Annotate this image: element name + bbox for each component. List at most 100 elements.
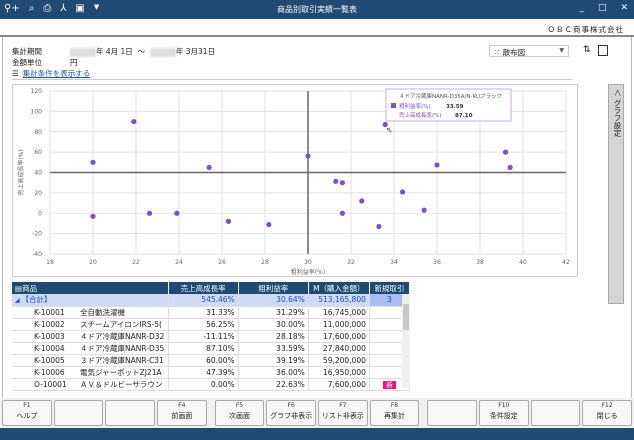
data-point[interactable] (131, 118, 137, 125)
margin-cell: 39.19% (238, 354, 309, 367)
product-cell: K-10003 ４ドア冷蔵庫NANR-D32 (12, 330, 169, 343)
data-point[interactable] (507, 164, 513, 171)
fkey-button-6[interactable]: F6 グラフ非表示 (266, 400, 316, 426)
fkey-button-4[interactable]: F4 前画面 (157, 400, 207, 426)
fkey-key: F6 (287, 402, 295, 409)
data-point[interactable] (305, 153, 311, 159)
fkey-button-9[interactable] (427, 400, 477, 426)
table-row[interactable]: O-10001 ＡＶ＆ドルビーサラウン 0.00% 22.63% 7,600,00… (12, 378, 411, 391)
product-name: 全自動洗濯機 (80, 307, 125, 317)
growth-cell: 56.25% (168, 318, 239, 331)
product-code: K-10003 (34, 331, 65, 341)
total-amount: 513,165,800 (308, 294, 370, 307)
fkey-button-8[interactable]: F8 再集計 (369, 400, 420, 426)
company-name: ＯＢＣ商事株式会社 (547, 25, 624, 34)
col-amount[interactable]: M（購入金額） (308, 282, 370, 294)
data-point[interactable] (333, 178, 339, 184)
list-icon: ☰ (12, 69, 19, 78)
table-row[interactable]: K-10004 ４ドア冷蔵庫NANR-D35 87.10% 33.59% 27,8… (12, 342, 411, 355)
data-point[interactable] (421, 207, 427, 213)
data-point[interactable] (266, 221, 272, 228)
table-row[interactable]: K-10003 ４ドア冷蔵庫NANR-D32 -11.11% 28.18% 17,… (12, 330, 411, 343)
close-button[interactable]: ✕ (620, 3, 628, 13)
total-row[interactable]: ◢ 【合計】 545.46% 30.64% 513,165,800 3 (12, 294, 411, 307)
total-label-text: 【合計】 (21, 295, 52, 305)
status-bar (0, 428, 634, 440)
period-sep: ～ (137, 47, 146, 56)
fkey-button-10[interactable]: F10 条件設定 (478, 400, 529, 426)
y-tick-label: -40 (32, 251, 42, 258)
fkey-button-11[interactable] (530, 400, 581, 426)
x-axis-label: 粗利益率(%) (291, 268, 325, 276)
x-tick-label: 42 (562, 259, 570, 266)
fkey-key: F12 (601, 402, 613, 409)
x-tick-label: 34 (390, 259, 398, 266)
col-growth[interactable]: 売上高成長率 (168, 282, 239, 294)
col-margin[interactable]: 粗利益率 (238, 282, 309, 294)
data-point[interactable] (400, 189, 406, 195)
product-name: ＡＶ＆ドルビーサラウン (80, 379, 163, 389)
table-row[interactable]: K-10002 スチームアイロンIRS-5( 56.25% 30.00% 11,0… (12, 318, 411, 331)
fkey-button-12[interactable]: F12 閉じる (582, 400, 632, 426)
minimize-button[interactable]: _ (579, 3, 584, 13)
data-point[interactable] (376, 223, 382, 230)
scrollbar-thumb[interactable] (403, 304, 409, 330)
table-row[interactable]: K-10005 ３ドア冷蔵庫NANR-C31 60.00% 39.19% 59,2… (12, 354, 411, 367)
show-conditions-link[interactable]: ☰ 集計条件を表示する (12, 68, 90, 79)
amount-cell: 16,745,000 (308, 306, 370, 319)
x-tick-label: 28 (261, 259, 269, 266)
fkey-button-7[interactable]: F7 リスト非表示 (318, 400, 368, 426)
margin-cell: 31.29% (238, 306, 309, 319)
total-growth: 545.46% (168, 294, 239, 307)
margin-cell: 36.00% (238, 366, 309, 379)
graph-settings-tab[interactable]: ＜ グラフ設定 (608, 84, 624, 304)
data-point[interactable] (146, 210, 153, 216)
y-tick-label: 100 (31, 108, 43, 115)
fkey-label: 条件設定 (489, 412, 518, 420)
data-point[interactable] (174, 210, 180, 216)
fkey-button-3[interactable] (105, 400, 156, 426)
x-tick-label: 36 (433, 259, 441, 266)
data-point[interactable] (206, 164, 212, 171)
fkey-label: 再集計 (384, 412, 405, 420)
margin-cell: 33.59% (238, 342, 309, 355)
chevron-down-icon: ▼ (559, 47, 564, 54)
x-tick-label: 26 (218, 259, 226, 266)
y-tick-label: 20 (34, 190, 42, 197)
x-tick-label: 18 (46, 259, 54, 266)
col-new[interactable]: 新規取引 (369, 282, 411, 294)
data-point[interactable] (90, 159, 96, 165)
chart-type-value: 散布図 (502, 48, 526, 57)
chart-type-select[interactable]: ⁙ 散布図 ▼ (489, 45, 569, 57)
y-tick-label: -20 (32, 231, 42, 238)
data-point[interactable] (339, 180, 345, 186)
fkey-label: ヘルプ (16, 412, 38, 420)
maximize-button[interactable]: □ (598, 3, 607, 13)
product-cell: K-10006 電気ジャーポットZJ21A (12, 366, 169, 379)
fkey-button-2[interactable] (53, 400, 104, 426)
margin-cell: 28.18% (238, 330, 309, 343)
data-point[interactable] (225, 218, 232, 224)
data-point[interactable] (90, 213, 96, 219)
data-point[interactable] (434, 162, 440, 168)
data-point[interactable] (339, 210, 345, 216)
product-name: スチームアイロンIRS-5( (80, 319, 162, 329)
fkey-button-1[interactable]: F1 ヘルプ (2, 400, 52, 426)
fkey-button-5[interactable]: F5 次画面 (214, 400, 265, 426)
fkey-key: F4 (178, 402, 186, 409)
data-point[interactable] (502, 149, 509, 155)
col-product[interactable]: ▤商品 (12, 282, 169, 294)
margin-cell: 22.63% (238, 378, 309, 391)
window-title: 商品別取引実績一覧表 (277, 5, 357, 14)
sort-icon[interactable]: ⇅ (583, 45, 591, 55)
table-row[interactable]: K-10006 電気ジャーポットZJ21A 47.39% 36.00% 16,95… (12, 366, 411, 379)
x-tick-label: 30 (304, 259, 312, 266)
data-point[interactable] (359, 198, 365, 204)
table-row[interactable]: K-10001 全自動洗濯機 31.33% 31.29% 16,745,000 (12, 306, 411, 319)
layout-toggle-icon[interactable] (598, 45, 608, 56)
table-scrollbar[interactable] (402, 294, 410, 388)
tooltip-x-value: 33.59 (446, 104, 464, 110)
unit-value: 円 (70, 58, 78, 67)
product-cell: K-10005 ３ドア冷蔵庫NANR-C31 (12, 354, 169, 367)
product-code: K-10005 (34, 355, 65, 365)
